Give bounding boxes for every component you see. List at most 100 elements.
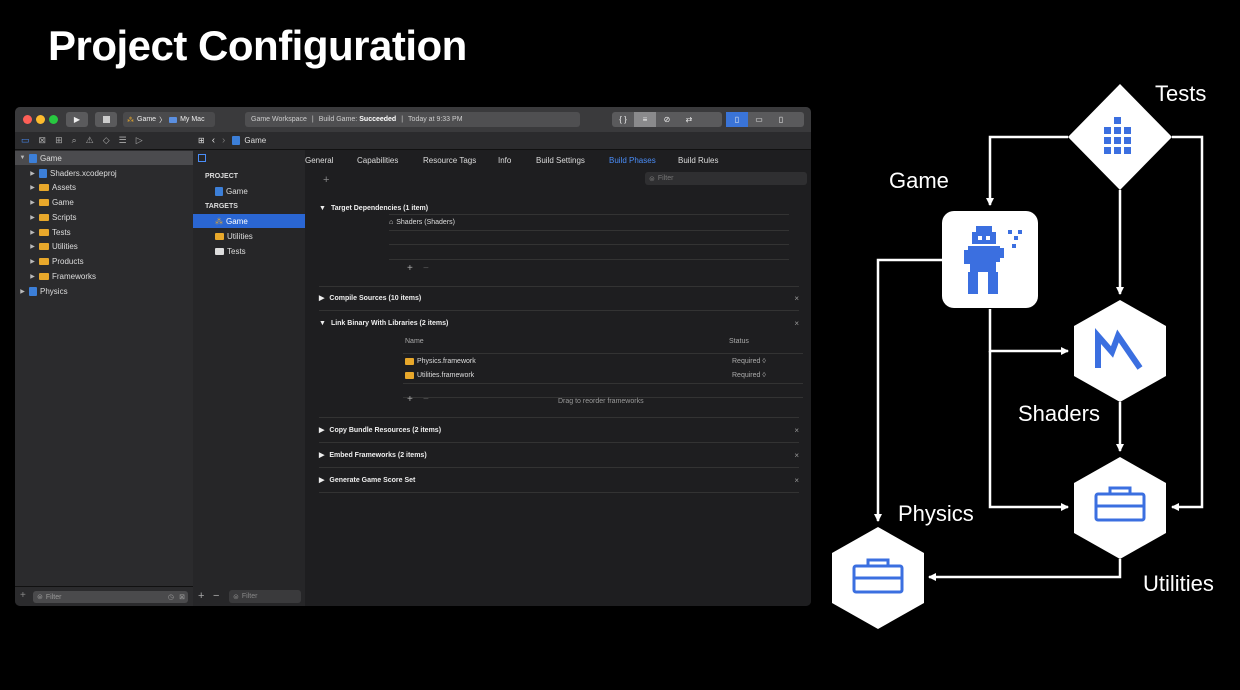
disclosure-closed-icon[interactable]: ▶ bbox=[319, 476, 324, 484]
framework-status-select[interactable]: Required ◊ bbox=[732, 372, 766, 379]
scheme-selector[interactable]: ⁂ Game 〉 My Mac bbox=[123, 112, 215, 127]
hierarchy-icon[interactable]: ⊞ bbox=[55, 135, 63, 146]
phase-compile-sources[interactable]: ▶ Compile Sources (10 items) × bbox=[319, 286, 799, 311]
minimize-window-button[interactable] bbox=[36, 115, 45, 124]
toggle-inspector-button[interactable]: ▯ bbox=[770, 112, 792, 127]
standard-editor-button[interactable]: ≡ bbox=[634, 112, 656, 127]
version-editor-button[interactable]: ⇄ bbox=[678, 112, 700, 127]
node-label-shaders: Shaders bbox=[1018, 401, 1100, 426]
add-framework-icon[interactable]: + bbox=[407, 394, 413, 405]
framework-icon bbox=[405, 358, 414, 365]
navigator-item-shaders-xcodeproj[interactable]: ▶ Shaders.xcodeproj bbox=[15, 166, 193, 180]
stop-button[interactable] bbox=[95, 112, 117, 127]
phase-generate-game-score[interactable]: ▶ Generate Game Score Set × bbox=[319, 468, 799, 493]
navigator-item-physics[interactable]: ▶ Physics bbox=[15, 284, 193, 298]
grid-icon[interactable]: ⊞ bbox=[198, 136, 205, 145]
target-item-game[interactable]: ⁂ Game bbox=[193, 214, 305, 228]
disclosure-open-icon[interactable]: ▼ bbox=[319, 320, 326, 327]
arrow-tests-to-utilities bbox=[1171, 135, 1204, 511]
back-icon[interactable]: ‹ bbox=[212, 135, 215, 146]
tab-general[interactable]: General bbox=[305, 156, 333, 165]
phase-title: Copy Bundle Resources (2 items) bbox=[329, 426, 442, 434]
navigator-item-game-project[interactable]: ▼ Game bbox=[15, 151, 193, 165]
toggle-debug-area-button[interactable]: ▭ bbox=[748, 112, 770, 127]
source-control-icon[interactable]: ⊠ bbox=[39, 135, 47, 146]
navigator-item-tests[interactable]: ▶ Tests bbox=[15, 225, 193, 239]
tab-info[interactable]: Info bbox=[498, 156, 511, 165]
breakpoint-icon[interactable]: ▷ bbox=[136, 135, 143, 146]
jumpbar-item[interactable]: Game bbox=[244, 136, 266, 145]
source-control-filter-icon[interactable]: ⊠ bbox=[179, 593, 185, 601]
disclosure-closed-icon[interactable]: ▶ bbox=[29, 214, 36, 221]
project-header: PROJECT bbox=[205, 173, 239, 180]
disclosure-open-icon[interactable]: ▼ bbox=[319, 205, 326, 212]
tab-build-settings[interactable]: Build Settings bbox=[536, 156, 585, 165]
framework-row[interactable]: Utilities.framework Required ◊ bbox=[405, 368, 805, 383]
assistant-editor-button[interactable]: ⊘ bbox=[656, 112, 678, 127]
test-icon[interactable]: ◇ bbox=[103, 135, 110, 146]
target-item-tests[interactable]: Tests bbox=[193, 244, 305, 258]
stop-icon bbox=[102, 116, 110, 123]
navigator-item-frameworks[interactable]: ▶ Frameworks bbox=[15, 269, 193, 283]
phase-embed-frameworks[interactable]: ▶ Embed Frameworks (2 items) × bbox=[319, 443, 799, 468]
debug-icon[interactable]: ☰ bbox=[119, 135, 127, 146]
disclosure-closed-icon[interactable]: ▶ bbox=[29, 243, 36, 250]
disclosure-closed-icon[interactable]: ▶ bbox=[29, 273, 36, 280]
disclosure-closed-icon[interactable]: ▶ bbox=[29, 199, 36, 206]
target-icon: ⌂ bbox=[389, 219, 394, 226]
navigator-item-products[interactable]: ▶ Products bbox=[15, 254, 193, 268]
navigator-filter-input[interactable]: ⊜ Filter ◷ ⊠ bbox=[33, 591, 188, 603]
tab-build-phases[interactable]: Build Phases bbox=[609, 156, 656, 165]
navigator-item-game-folder[interactable]: ▶ Game bbox=[15, 195, 193, 209]
add-dependency-icon[interactable]: + bbox=[407, 263, 413, 274]
forward-icon[interactable]: › bbox=[222, 135, 225, 146]
tab-capabilities[interactable]: Capabilities bbox=[357, 156, 398, 165]
remove-target-icon[interactable]: − bbox=[213, 590, 219, 602]
disclosure-closed-icon[interactable]: ▶ bbox=[319, 451, 324, 459]
remove-phase-icon[interactable]: × bbox=[794, 451, 799, 460]
targets-filter-input[interactable]: ⊜ Filter bbox=[229, 590, 301, 603]
column-header-status[interactable]: Status bbox=[729, 338, 749, 345]
code-review-button[interactable]: { } bbox=[612, 112, 634, 127]
tab-resource-tags[interactable]: Resource Tags bbox=[423, 156, 476, 165]
disclosure-open-icon[interactable]: ▼ bbox=[19, 155, 26, 161]
zoom-window-button[interactable] bbox=[49, 115, 58, 124]
disclosure-closed-icon[interactable]: ▶ bbox=[29, 258, 36, 265]
warning-icon[interactable]: ⚠ bbox=[86, 135, 94, 146]
disclosure-closed-icon[interactable]: ▶ bbox=[29, 229, 36, 236]
navigator-item-assets[interactable]: ▶ Assets bbox=[15, 180, 193, 194]
recent-files-icon[interactable]: ◷ bbox=[168, 593, 174, 601]
run-button[interactable]: ▶ bbox=[66, 112, 88, 127]
navigator-item-scripts[interactable]: ▶ Scripts bbox=[15, 210, 193, 224]
folder-icon[interactable]: ▭ bbox=[21, 135, 30, 146]
remove-framework-icon[interactable]: − bbox=[423, 394, 429, 405]
add-phase-icon[interactable]: + bbox=[323, 174, 329, 186]
remove-phase-icon[interactable]: × bbox=[794, 426, 799, 435]
phase-copy-bundle-resources[interactable]: ▶ Copy Bundle Resources (2 items) × bbox=[319, 418, 799, 443]
close-window-button[interactable] bbox=[23, 115, 32, 124]
add-target-icon[interactable]: + bbox=[198, 590, 204, 602]
disclosure-closed-icon[interactable]: ▶ bbox=[29, 184, 36, 191]
remove-phase-icon[interactable]: × bbox=[794, 319, 799, 328]
remove-phase-icon[interactable]: × bbox=[794, 294, 799, 303]
add-icon[interactable]: + bbox=[20, 590, 26, 601]
tab-build-rules[interactable]: Build Rules bbox=[678, 156, 718, 165]
remove-dependency-icon[interactable]: − bbox=[423, 263, 429, 274]
framework-row[interactable]: Physics.framework Required ◊ bbox=[405, 354, 805, 369]
remove-phase-icon[interactable]: × bbox=[794, 476, 799, 485]
sidebar-toggle-icon[interactable] bbox=[198, 154, 206, 162]
disclosure-closed-icon[interactable]: ▶ bbox=[319, 294, 324, 302]
framework-icon bbox=[215, 232, 224, 240]
phase-link-binary[interactable]: ▼ Link Binary With Libraries (2 items) × bbox=[319, 311, 799, 335]
search-icon[interactable]: ⌕ bbox=[72, 135, 77, 146]
build-phases-filter-input[interactable]: ⊜ Filter bbox=[645, 172, 807, 185]
column-header-name[interactable]: Name bbox=[405, 338, 424, 345]
disclosure-closed-icon[interactable]: ▶ bbox=[19, 288, 26, 295]
disclosure-closed-icon[interactable]: ▶ bbox=[29, 170, 36, 177]
navigator-item-utilities[interactable]: ▶ Utilities bbox=[15, 239, 193, 253]
toggle-navigator-button[interactable]: ▯ bbox=[726, 112, 748, 127]
target-item-utilities[interactable]: Utilities bbox=[193, 229, 305, 243]
project-item-game[interactable]: Game bbox=[193, 184, 305, 198]
framework-status-select[interactable]: Required ◊ bbox=[732, 358, 766, 365]
disclosure-closed-icon[interactable]: ▶ bbox=[319, 426, 324, 434]
